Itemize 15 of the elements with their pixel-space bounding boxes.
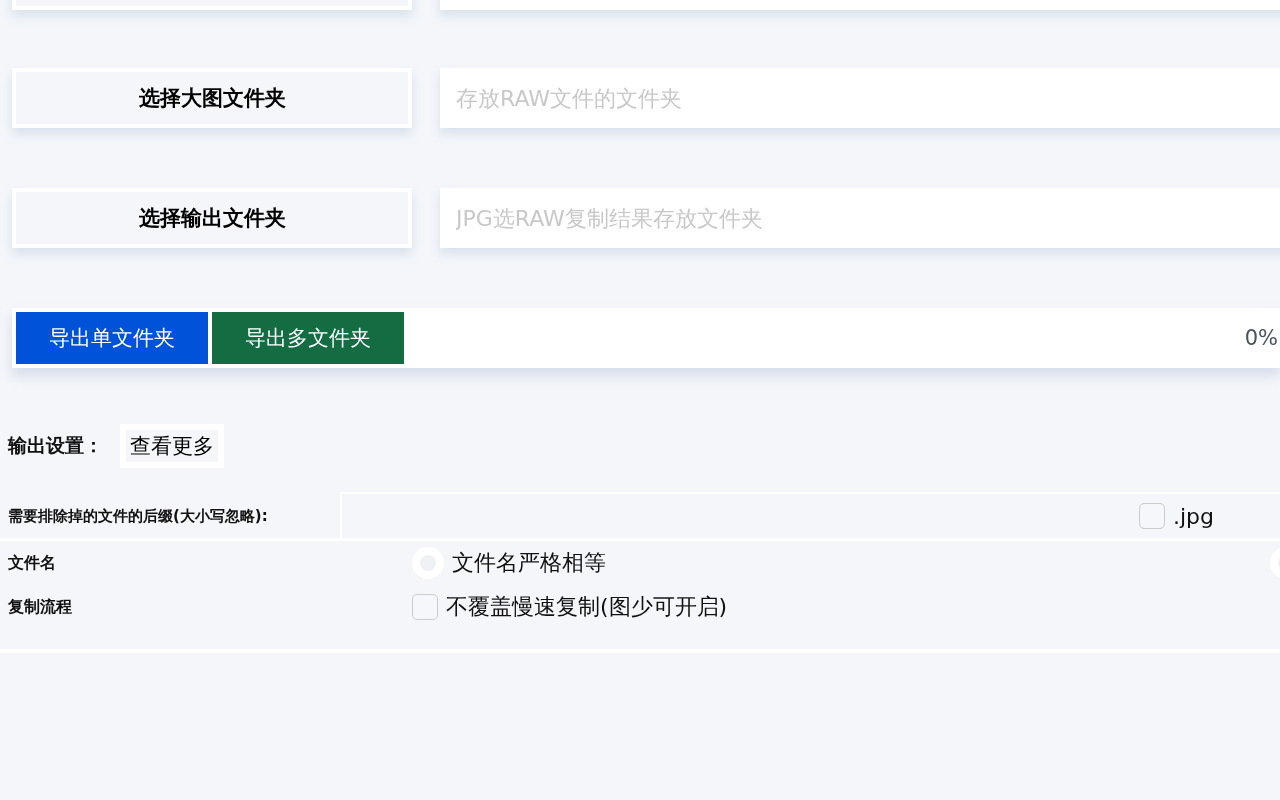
suffix-label: 需要排除掉的文件的后缀(大小写忽略): xyxy=(7,506,269,526)
file-name-label: 文件名 xyxy=(7,552,57,574)
option-label: 文件名严格相等 xyxy=(452,549,606,577)
option-label: .jpg xyxy=(1172,503,1214,529)
export-button[interactable]: 导出多文件夹 xyxy=(212,312,404,364)
select-folder-button[interactable]: 选择大图文件夹 xyxy=(12,68,412,128)
export-button[interactable]: 导出单文件夹 xyxy=(16,312,208,364)
option-label: 不覆盖慢速复制(图少可开启) xyxy=(446,593,728,621)
select-folder-button[interactable]: 选择输出文件夹 xyxy=(12,188,412,248)
view-more-button[interactable]: 查看更多 xyxy=(123,427,221,465)
checkbox[interactable] xyxy=(1138,503,1165,529)
checkbox[interactable] xyxy=(412,594,438,620)
progress-reading: 0% xyxy=(1244,326,1279,350)
copy-flow-label: 复制流程 xyxy=(7,596,73,618)
settings-title: 输出设置： xyxy=(8,433,103,458)
